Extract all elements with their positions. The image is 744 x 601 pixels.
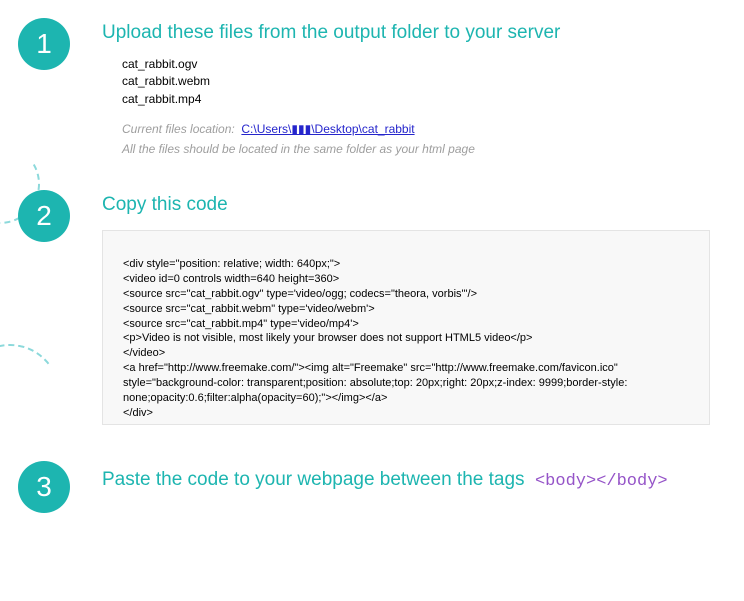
step-3-heading: Paste the code to your webpage between t… <box>102 469 525 490</box>
step-3-section: 3 Paste the code to your webpage between… <box>0 457 744 513</box>
file-item: cat_rabbit.ogv <box>122 56 724 73</box>
step-1-section: 1 Upload these files from the output fol… <box>0 14 744 176</box>
code-box[interactable]: <div style="position: relative; width: 6… <box>102 230 710 425</box>
file-item: cat_rabbit.mp4 <box>122 91 724 108</box>
step-2-content: Copy this code <div style="position: rel… <box>102 186 744 425</box>
step-1-badge: 1 <box>18 18 70 70</box>
step-2-badge: 2 <box>18 190 70 242</box>
step-3-content: Paste the code to your webpage between t… <box>102 457 744 491</box>
location-row: Current files location: C:\Users\▮▮▮\Des… <box>122 122 724 136</box>
step-1-note: All the files should be located in the s… <box>122 142 724 156</box>
file-list: cat_rabbit.ogv cat_rabbit.webm cat_rabbi… <box>122 56 724 108</box>
body-tags: <body></body> <box>535 472 668 491</box>
step-2-heading: Copy this code <box>102 194 724 216</box>
step-1-heading: Upload these files from the output folde… <box>102 22 724 44</box>
file-item: cat_rabbit.webm <box>122 73 724 90</box>
step-3-badge: 3 <box>18 461 70 513</box>
step-1-content: Upload these files from the output folde… <box>102 14 744 176</box>
step-2-section: 2 Copy this code <div style="position: r… <box>0 186 744 425</box>
location-label: Current files location: <box>122 122 235 136</box>
location-link[interactable]: C:\Users\▮▮▮\Desktop\cat_rabbit <box>241 122 414 136</box>
